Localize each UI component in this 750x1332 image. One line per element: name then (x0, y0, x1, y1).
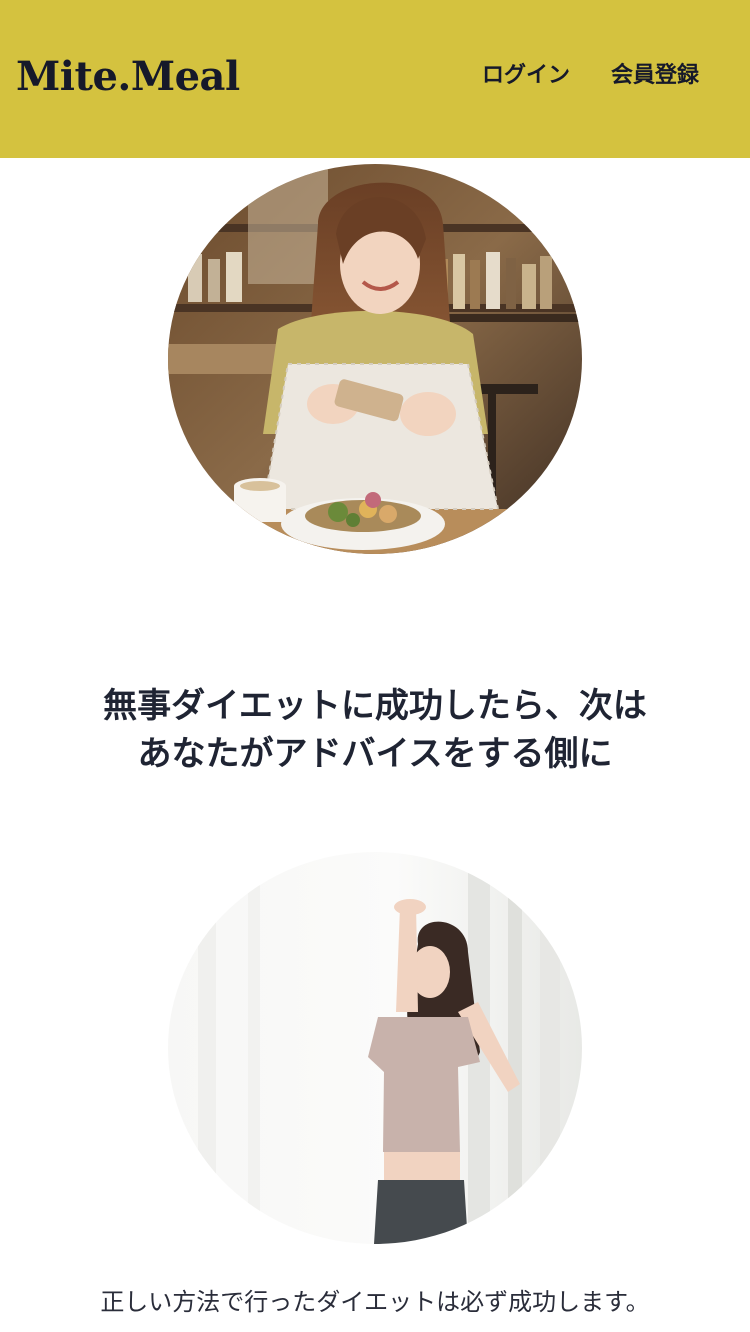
site-header: Mite.Meal ログイン 会員登録 (0, 0, 750, 158)
site-logo[interactable]: Mite.Meal (16, 52, 240, 102)
signup-link[interactable]: 会員登録 (611, 60, 699, 92)
hero-photo (168, 164, 582, 554)
login-link[interactable]: ログイン (482, 60, 570, 92)
body-text: 正しい方法で行ったダイエットは必ず成功します。 (100, 1288, 650, 1316)
headline: 無事ダイエットに成功したら、次は あなたがアドバイスをする側に (0, 682, 750, 778)
headline-line-1: 無事ダイエットに成功したら、次は (103, 686, 647, 726)
stretching-photo (168, 852, 582, 1244)
headline-line-2: あなたがアドバイスをする側に (137, 734, 613, 774)
